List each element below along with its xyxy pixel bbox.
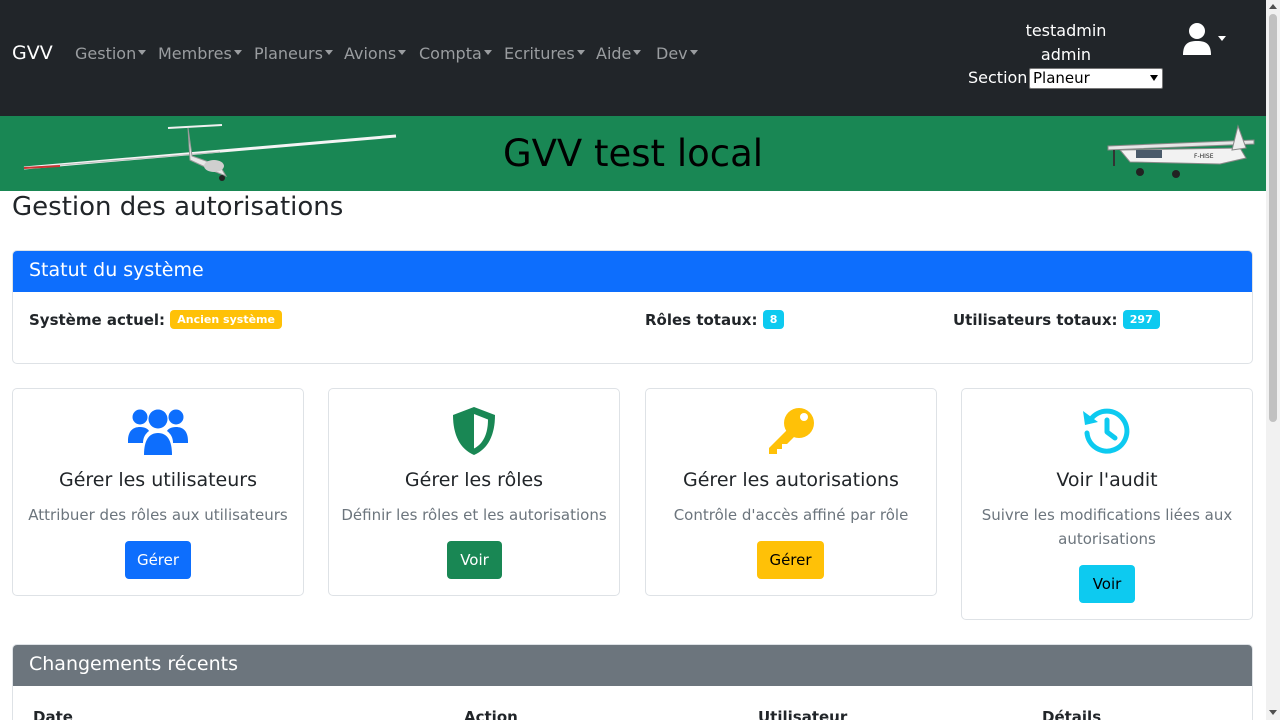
manage-users-button[interactable]: Gérer xyxy=(125,541,191,579)
shield-icon xyxy=(453,407,495,455)
manage-permissions-description: Contrôle d'accès affiné par rôle xyxy=(673,506,909,524)
menu-ecritures[interactable]: Ecritures xyxy=(504,44,585,63)
aircraft-registration: F-HISE xyxy=(1194,153,1214,160)
menu-label: Planeurs xyxy=(254,44,323,63)
menu-aide[interactable]: Aide xyxy=(596,44,642,63)
menu-label: Compta xyxy=(419,44,482,63)
view-audit-title: Voir l'audit xyxy=(1056,469,1158,491)
caret-down-icon xyxy=(483,50,492,55)
menu-label: Gestion xyxy=(75,44,137,63)
current-system: Système actuel: Ancien système xyxy=(29,310,282,330)
page-title: Gestion des autorisations xyxy=(12,192,344,222)
menu-planeurs[interactable]: Planeurs xyxy=(254,44,333,63)
manage-roles-title: Gérer les rôles xyxy=(404,469,544,491)
scroll-down-icon[interactable] xyxy=(1269,710,1277,715)
total-users-label: Utilisateurs totaux: xyxy=(953,311,1118,329)
manage-roles-description: Définir les rôles et les autorisations xyxy=(341,506,607,524)
total-roles-label: Rôles totaux: xyxy=(645,311,758,329)
top-navbar: GVV Gestion Membres Planeurs Avions Comp… xyxy=(0,0,1266,116)
view-audit-description: Suivre les modifications liées aux autor… xyxy=(981,506,1233,548)
menu-gestion[interactable]: Gestion xyxy=(75,44,147,63)
recent-changes-card: Changements récents Date Action Utilisat… xyxy=(12,644,1253,720)
section-select[interactable]: Planeur xyxy=(1029,68,1163,89)
cessna-aircraft-image: F-HISE xyxy=(1107,124,1255,178)
menu-label: Membres xyxy=(158,44,232,63)
system-status-card: Statut du système Système actuel: Ancien… xyxy=(12,250,1253,364)
caret-down-icon xyxy=(138,50,147,55)
current-system-label: Système actuel: xyxy=(29,311,166,329)
total-users-badge: 297 xyxy=(1122,310,1160,329)
caret-down-icon xyxy=(633,50,642,55)
user-name: testadmin xyxy=(1025,21,1107,40)
caret-down-icon xyxy=(398,50,407,55)
manage-users-title: Gérer les utilisateurs xyxy=(58,469,257,491)
view-audit-card: Voir l'audit Suivre les modifications li… xyxy=(961,388,1253,620)
column-header-action: Action xyxy=(464,708,518,720)
current-system-badge: Ancien système xyxy=(170,310,282,329)
menu-label: Ecritures xyxy=(504,44,575,63)
banner-title: GVV test local xyxy=(502,132,764,175)
section-selected-value: Planeur xyxy=(1033,69,1090,87)
caret-down-icon xyxy=(233,50,242,55)
scroll-up-icon[interactable] xyxy=(1269,4,1277,9)
manage-permissions-button[interactable]: Gérer xyxy=(757,541,824,579)
manage-roles-button[interactable]: Voir xyxy=(447,541,502,579)
menu-compta[interactable]: Compta xyxy=(419,44,492,63)
manage-permissions-title: Gérer les autorisations xyxy=(683,469,899,491)
menu-label: Dev xyxy=(656,44,688,63)
total-roles-badge: 8 xyxy=(762,310,785,329)
menu-membres[interactable]: Membres xyxy=(158,44,242,63)
caret-down-icon[interactable] xyxy=(1218,36,1226,41)
manage-users-card: Gérer les utilisateurs Attribuer des rôl… xyxy=(12,388,304,596)
column-header-user: Utilisateur xyxy=(758,708,848,720)
total-users: Utilisateurs totaux: 297 xyxy=(953,310,1160,330)
history-icon xyxy=(1083,408,1130,454)
view-audit-button[interactable]: Voir xyxy=(1079,565,1135,603)
menu-label: Aide xyxy=(596,44,632,63)
menu-label: Avions xyxy=(344,44,397,63)
user-icon[interactable] xyxy=(1182,22,1212,56)
key-icon xyxy=(769,408,814,454)
manage-users-description: Attribuer des rôles aux utilisateurs xyxy=(28,506,288,524)
total-roles: Rôles totaux: 8 xyxy=(645,310,785,330)
site-banner: GVV test local F-HISE xyxy=(0,116,1266,191)
brand-link[interactable]: GVV xyxy=(12,42,53,64)
caret-down-icon xyxy=(576,50,585,55)
caret-down-icon xyxy=(324,50,333,55)
chevron-down-icon xyxy=(1150,75,1158,81)
user-info: testadmin admin xyxy=(1000,19,1132,67)
manage-permissions-card: Gérer les autorisations Contrôle d'accès… xyxy=(645,388,937,596)
page-scrollbar[interactable] xyxy=(1266,0,1280,720)
manage-roles-card: Gérer les rôles Définir les rôles et les… xyxy=(328,388,620,596)
menu-dev[interactable]: Dev xyxy=(656,44,698,63)
recent-changes-header: Changements récents xyxy=(13,645,1252,686)
users-icon xyxy=(128,409,188,455)
system-status-header: Statut du système xyxy=(13,251,1252,292)
column-header-details: Détails xyxy=(1042,708,1102,720)
scrollbar-thumb[interactable] xyxy=(1269,14,1277,422)
section-label: Section: xyxy=(968,68,1033,87)
column-header-date: Date xyxy=(33,708,73,720)
user-role: admin xyxy=(1040,45,1092,64)
menu-avions[interactable]: Avions xyxy=(344,44,407,63)
caret-down-icon xyxy=(689,50,698,55)
